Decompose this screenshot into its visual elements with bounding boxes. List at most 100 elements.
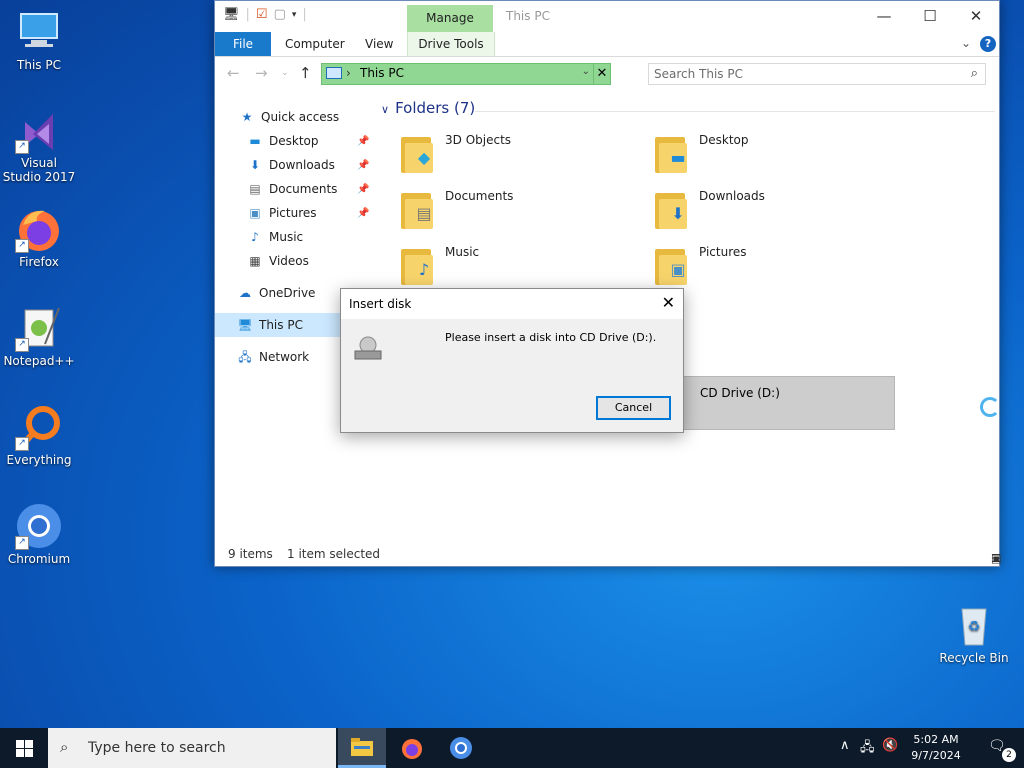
dialog-title: Insert disk bbox=[349, 297, 412, 311]
customize-toolbar-icon[interactable]: ▾ bbox=[292, 10, 297, 20]
up-arrow-icon[interactable]: ↑ bbox=[299, 64, 312, 82]
new-folder-icon[interactable]: ▢ bbox=[274, 7, 286, 22]
desktop-icon-everything[interactable]: ↗ Everything bbox=[1, 403, 77, 467]
address-dropdown-icon[interactable]: ⌄ bbox=[582, 66, 590, 77]
taskbar-firefox-button[interactable] bbox=[388, 728, 436, 768]
network-status-icon[interactable]: 🖧 bbox=[860, 738, 875, 760]
properties-icon[interactable]: ☑ bbox=[256, 7, 268, 22]
dialog-close-icon[interactable]: ✕ bbox=[662, 293, 675, 312]
collapse-chevron-icon: ∨ bbox=[381, 103, 390, 116]
minimize-button[interactable]: — bbox=[861, 1, 907, 31]
expand-ribbon-chevron-icon[interactable]: ⌄ bbox=[961, 36, 971, 50]
close-button[interactable]: ✕ bbox=[953, 1, 999, 31]
network-icon: 🖧 bbox=[238, 350, 252, 364]
search-field[interactable]: Search This PC ⌕ bbox=[648, 63, 986, 85]
pin-icon[interactable]: 📌 bbox=[357, 136, 369, 147]
search-icon: ⌕ bbox=[60, 738, 69, 756]
desktop-icon-this-pc[interactable]: This PC bbox=[1, 8, 77, 72]
search-placeholder: Search This PC bbox=[654, 67, 743, 81]
document-icon: ▤ bbox=[249, 182, 261, 196]
window-controls: — ☐ ✕ bbox=[861, 1, 999, 31]
start-button[interactable] bbox=[0, 728, 48, 768]
volume-muted-icon[interactable]: 🔇 bbox=[882, 738, 898, 753]
folder-3d-objects-icon: ◆ bbox=[399, 133, 435, 173]
everything-search-icon: ↗ bbox=[15, 403, 63, 451]
window-title: This PC bbox=[506, 9, 550, 23]
folder-name: 3D Objects bbox=[445, 133, 512, 147]
notepad-plus-plus-icon: ↗ bbox=[15, 304, 63, 352]
folder-downloads-icon: ⬇ bbox=[653, 189, 689, 229]
nav-label: Pictures bbox=[269, 206, 317, 220]
show-hidden-icons-chevron-icon[interactable]: ∧ bbox=[840, 738, 850, 753]
folder-music-icon: ♪ bbox=[399, 245, 435, 285]
nav-label: Quick access bbox=[261, 110, 340, 124]
this-pc-small-icon[interactable]: 🖥 bbox=[223, 7, 240, 22]
desktop-icon-visual-studio[interactable]: ↗ Visual Studio 2017 bbox=[1, 106, 77, 184]
dialog-message: Please insert a disk into CD Drive (D:). bbox=[445, 331, 657, 344]
tab-computer[interactable]: Computer bbox=[285, 32, 345, 56]
pin-icon[interactable]: 📌 bbox=[357, 184, 369, 195]
desktop-icon-recycle-bin[interactable]: ♻ Recycle Bin bbox=[936, 601, 1012, 665]
this-pc-icon bbox=[15, 8, 63, 56]
pin-icon[interactable]: 📌 bbox=[357, 160, 369, 171]
folder-item-desktop[interactable]: ▬ Desktop bbox=[653, 129, 893, 179]
taskbar-search-box[interactable]: ⌕ Type here to search bbox=[48, 728, 336, 768]
pin-icon[interactable]: 📌 bbox=[357, 208, 369, 219]
tab-view[interactable]: View bbox=[365, 32, 393, 56]
star-icon: ★ bbox=[241, 110, 253, 124]
recent-locations-chevron-icon[interactable]: ⌄ bbox=[281, 68, 289, 78]
picture-icon: ▣ bbox=[249, 206, 261, 220]
nav-item-videos[interactable]: ▦ Videos bbox=[247, 249, 309, 273]
nav-label: Downloads bbox=[269, 158, 335, 172]
taskbar-file-explorer-button[interactable] bbox=[338, 728, 386, 768]
large-icons-view-icon[interactable]: ▣ bbox=[991, 552, 1001, 565]
nav-item-network[interactable]: 🖧 Network bbox=[237, 345, 309, 369]
help-icon[interactable]: ? bbox=[980, 36, 996, 52]
folder-pictures-icon: ▣ bbox=[653, 245, 689, 285]
recycle-bin-icon: ♻ bbox=[950, 601, 998, 649]
maximize-button[interactable]: ☐ bbox=[907, 1, 953, 31]
desktop-icon-label: Notepad++ bbox=[3, 354, 75, 368]
cd-drive-tile[interactable]: CD Drive (D:) bbox=[677, 376, 895, 430]
cd-drive-label: CD Drive (D:) bbox=[700, 386, 780, 400]
stop-loading-icon[interactable]: ✕ bbox=[593, 64, 610, 84]
nav-item-music[interactable]: ♪ Music bbox=[247, 225, 303, 249]
tab-drive-tools[interactable]: Drive Tools bbox=[407, 32, 495, 56]
folder-item-downloads[interactable]: ⬇ Downloads bbox=[653, 185, 893, 235]
manage-contextual-tab[interactable]: Manage bbox=[407, 5, 493, 32]
desktop-icon-chromium[interactable]: ↗ Chromium bbox=[1, 502, 77, 566]
nav-item-pictures[interactable]: ▣ Pictures bbox=[247, 201, 317, 225]
action-center-button[interactable]: 🗨 2 bbox=[988, 738, 1016, 762]
firefox-icon: ↗ bbox=[15, 205, 63, 253]
desktop-icon-notepad-plus-plus[interactable]: ↗ Notepad++ bbox=[1, 304, 77, 368]
nav-label: This PC bbox=[259, 318, 303, 332]
folder-item-3d-objects[interactable]: ◆ 3D Objects bbox=[399, 129, 639, 179]
desktop-icon-label: This PC bbox=[17, 58, 61, 72]
nav-item-documents[interactable]: ▤ Documents bbox=[247, 177, 337, 201]
nav-item-downloads[interactable]: ⬇ Downloads bbox=[247, 153, 335, 177]
desktop-icon-firefox[interactable]: ↗ Firefox bbox=[1, 205, 77, 269]
dialog-title-bar: Insert disk ✕ bbox=[341, 289, 683, 319]
status-bar: 9 items 1 item selected ☰ ▣ bbox=[215, 542, 1001, 566]
folders-group-header[interactable]: ∨ Folders (7) bbox=[381, 99, 475, 117]
folder-item-music[interactable]: ♪ Music bbox=[399, 241, 639, 291]
shortcut-arrow-icon: ↗ bbox=[15, 140, 29, 154]
tab-file[interactable]: File bbox=[215, 32, 271, 56]
taskbar-chromium-button[interactable] bbox=[437, 728, 485, 768]
folder-documents-icon: ▤ bbox=[399, 189, 435, 229]
folder-item-pictures[interactable]: ▣ Pictures bbox=[653, 241, 893, 291]
nav-label: Desktop bbox=[269, 134, 319, 148]
address-field[interactable]: › This PC ⌄ ✕ bbox=[321, 63, 611, 85]
forward-arrow-icon[interactable]: → bbox=[255, 64, 268, 82]
nav-item-quick-access[interactable]: ★ Quick access bbox=[239, 105, 340, 129]
nav-label: Documents bbox=[269, 182, 338, 196]
cancel-button[interactable]: Cancel bbox=[596, 396, 671, 420]
back-arrow-icon[interactable]: ← bbox=[227, 64, 240, 82]
cd-drive-icon bbox=[353, 333, 383, 363]
nav-item-desktop[interactable]: ▬ Desktop bbox=[247, 129, 319, 153]
nav-label: Music bbox=[269, 230, 304, 244]
download-arrow-icon: ⬇ bbox=[249, 158, 261, 172]
nav-item-onedrive[interactable]: ☁ OneDrive bbox=[237, 281, 315, 305]
clock[interactable]: 5:02 AM 9/7/2024 bbox=[910, 732, 962, 764]
folder-item-documents[interactable]: ▤ Documents bbox=[399, 185, 639, 235]
